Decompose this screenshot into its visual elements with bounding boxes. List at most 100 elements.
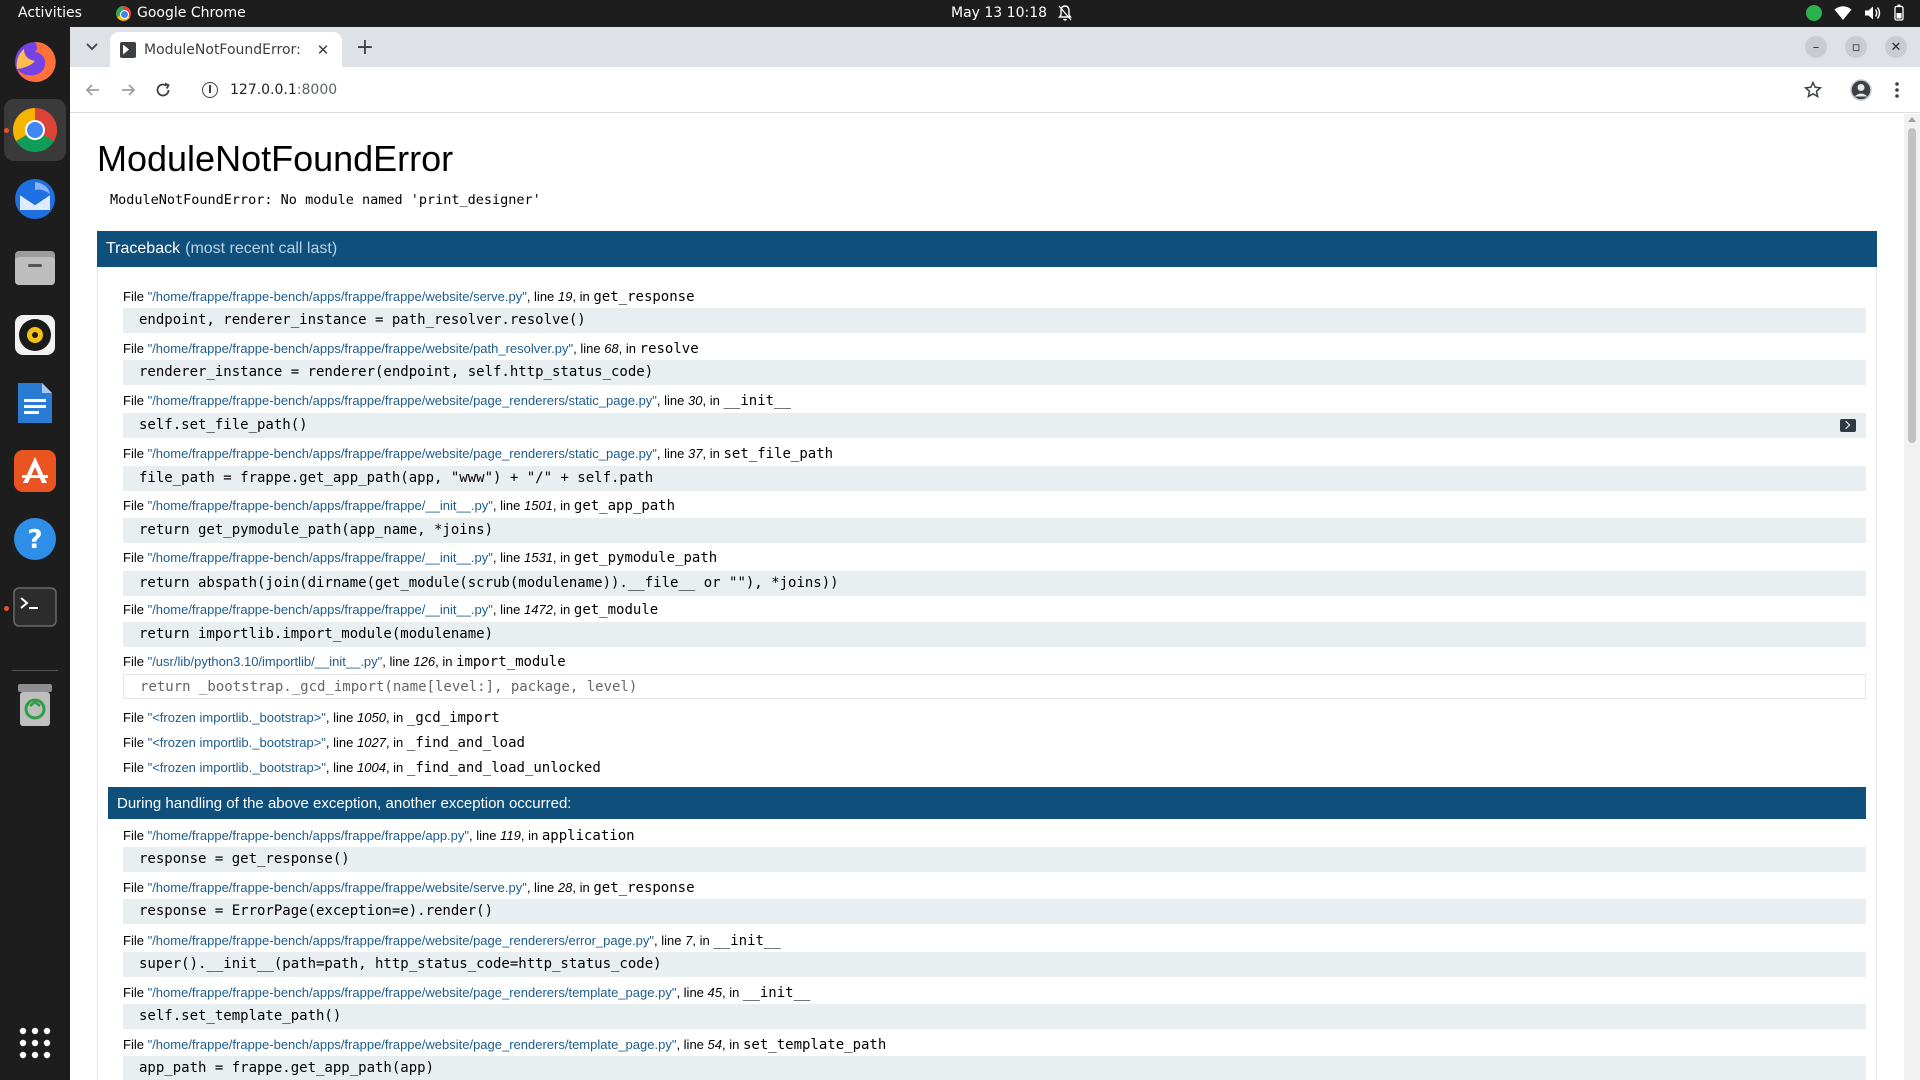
dock-writer[interactable]	[11, 379, 59, 427]
help-icon: ?	[14, 518, 56, 560]
scrollbar-thumb[interactable]	[1908, 128, 1916, 443]
terminal-icon	[13, 587, 57, 627]
frame-code-text: super().__init__(path=path, http_status_…	[139, 956, 662, 972]
frame-code-line[interactable]: self.set_file_path()	[123, 413, 1866, 438]
frame-code-text: return get_pymodule_path(app_name, *join…	[139, 522, 494, 538]
frame-file-path[interactable]: "/home/frappe/frappe-bench/apps/frappe/f…	[148, 1037, 677, 1052]
file-word: File	[123, 880, 144, 895]
file-word: File	[123, 933, 144, 948]
minimize-button[interactable]: –	[1805, 36, 1827, 58]
dock-terminal[interactable]	[11, 583, 59, 631]
frame-code-line[interactable]: return importlib.import_module(modulenam…	[123, 622, 1866, 647]
line-word: line	[333, 735, 354, 750]
battery-icon[interactable]	[1894, 4, 1904, 21]
frame-code-line[interactable]: app_path = frappe.get_app_path(app)	[123, 1056, 1866, 1080]
url-text[interactable]: 127.0.0.1:8000	[230, 82, 337, 98]
dock-show-apps[interactable]	[11, 1019, 59, 1067]
frame-file-path[interactable]: "/home/frappe/frappe-bench/apps/frappe/f…	[148, 602, 493, 617]
file-word: File	[123, 710, 144, 725]
dock-trash[interactable]	[11, 681, 59, 729]
dock-thunderbird[interactable]	[11, 175, 59, 223]
tab-active[interactable]: ModuleNotFoundError: N ✕	[110, 32, 342, 67]
frame-line-number: 68	[604, 341, 619, 356]
address-bar[interactable]: 127.0.0.1:8000	[188, 72, 1778, 108]
frame-code-line[interactable]: self.set_template_path()	[123, 1004, 1866, 1029]
new-tab-button[interactable]: +	[353, 35, 377, 60]
frame-location: File "/home/frappe/frappe-bench/apps/fra…	[123, 933, 781, 949]
update-icon[interactable]	[1806, 4, 1822, 21]
frame-line-number: 119	[500, 828, 521, 843]
frame-file-path[interactable]: "/home/frappe/frappe-bench/apps/frappe/f…	[148, 289, 527, 304]
frame-file-path[interactable]: "/home/frappe/frappe-bench/apps/frappe/f…	[148, 985, 677, 1000]
during-handling-header: During handling of the above exception, …	[108, 787, 1866, 819]
activities-button[interactable]: Activities	[18, 5, 82, 21]
frame-line-number: 28	[557, 880, 573, 895]
dock: ?	[0, 27, 70, 1080]
file-word: File	[123, 602, 144, 617]
frame-file-path[interactable]: "/usr/lib/python3.10/importlib/__init__.…	[148, 654, 383, 669]
dock-help[interactable]: ?	[11, 515, 59, 563]
frame-code-line[interactable]: super().__init__(path=path, http_status_…	[123, 952, 1866, 977]
menu-button[interactable]	[1885, 78, 1909, 102]
frame-code-line[interactable]: response = ErrorPage(exception=e).render…	[123, 899, 1866, 924]
frame-code-line[interactable]: return abspath(join(dirname(get_module(s…	[123, 571, 1866, 596]
frame-file-path[interactable]: "/home/frappe/frappe-bench/apps/frappe/f…	[148, 498, 493, 513]
frame-file-path[interactable]: "/home/frappe/frappe-bench/apps/frappe/f…	[148, 446, 657, 461]
notification-bell-icon[interactable]	[1057, 4, 1073, 22]
app-menu[interactable]: Google Chrome	[116, 5, 246, 21]
frame-line-number: 45	[707, 985, 723, 1000]
rhythmbox-icon	[15, 315, 55, 355]
back-button[interactable]	[81, 78, 105, 102]
volume-icon[interactable]	[1864, 5, 1882, 21]
frame-file-path[interactable]: "/home/frappe/frappe-bench/apps/frappe/f…	[148, 550, 493, 565]
svg-text:?: ?	[27, 525, 42, 555]
frame-code-line[interactable]: response = get_response()	[123, 847, 1866, 872]
frame-code-line[interactable]: return get_pymodule_path(app_name, *join…	[123, 518, 1866, 543]
wifi-icon[interactable]	[1834, 5, 1852, 21]
dock-files[interactable]	[11, 243, 59, 291]
frame-file-path[interactable]: "/home/frappe/frappe-bench/apps/frappe/f…	[148, 393, 657, 408]
frame-location: File "/home/frappe/frappe-bench/apps/fra…	[123, 550, 718, 566]
frame-line-number: 1531	[523, 550, 553, 565]
clock[interactable]: May 13 10:18	[951, 5, 1047, 21]
tab-title: ModuleNotFoundError: N	[144, 41, 306, 58]
close-window-button[interactable]: ✕	[1885, 36, 1907, 58]
dock-chrome[interactable]	[4, 99, 66, 161]
system-tray[interactable]	[1806, 4, 1904, 21]
frame-function-name: _gcd_import	[406, 710, 500, 726]
frame-file-path[interactable]: "/home/frappe/frappe-bench/apps/frappe/f…	[148, 933, 654, 948]
forward-button[interactable]	[116, 78, 140, 102]
scroll-up-icon[interactable]	[1908, 117, 1916, 122]
files-icon	[15, 251, 55, 285]
profile-button[interactable]	[1849, 78, 1873, 102]
frame-file-path[interactable]: "<frozen importlib._bootstrap>"	[148, 735, 326, 750]
console-icon[interactable]	[1840, 419, 1856, 432]
restore-button[interactable]: ▫	[1845, 36, 1867, 58]
frame-file-path[interactable]: "<frozen importlib._bootstrap>"	[148, 710, 326, 725]
dock-app-center[interactable]	[11, 447, 59, 495]
frame-code-line[interactable]: file_path = frappe.get_app_path(app, "ww…	[123, 466, 1866, 491]
frame-file-path[interactable]: "/home/frappe/frappe-bench/apps/frappe/f…	[148, 880, 527, 895]
frame-file-path[interactable]: "/home/frappe/frappe-bench/apps/frappe/f…	[148, 828, 469, 843]
tab-close-icon[interactable]: ✕	[314, 41, 332, 59]
file-word: File	[123, 341, 144, 356]
frame-location: File "/home/frappe/frappe-bench/apps/fra…	[123, 289, 695, 305]
bookmark-button[interactable]	[1801, 78, 1825, 102]
frame-code-line[interactable]: return _bootstrap._gcd_import(name[level…	[123, 674, 1866, 699]
site-info-icon[interactable]	[202, 82, 218, 98]
dock-rhythmbox[interactable]	[11, 311, 59, 359]
kebab-menu-icon	[1895, 82, 1899, 98]
in-word: in	[560, 602, 571, 617]
frame-file-path[interactable]: "/home/frappe/frappe-bench/apps/frappe/f…	[148, 341, 574, 356]
reload-button[interactable]	[151, 78, 175, 102]
traceback-label: Traceback	[106, 240, 181, 257]
page-scrollbar[interactable]	[1904, 114, 1920, 1080]
frame-code-line[interactable]: endpoint, renderer_instance = path_resol…	[123, 308, 1866, 333]
dock-firefox[interactable]	[11, 38, 59, 86]
frame-code-text: renderer_instance = renderer(endpoint, s…	[139, 364, 654, 380]
tab-search-button[interactable]	[80, 35, 104, 59]
firefox-icon	[15, 41, 56, 82]
frame-code-line[interactable]: renderer_instance = renderer(endpoint, s…	[123, 360, 1866, 385]
frame-file-path[interactable]: "<frozen importlib._bootstrap>"	[148, 760, 326, 775]
line-word: line	[333, 760, 354, 775]
